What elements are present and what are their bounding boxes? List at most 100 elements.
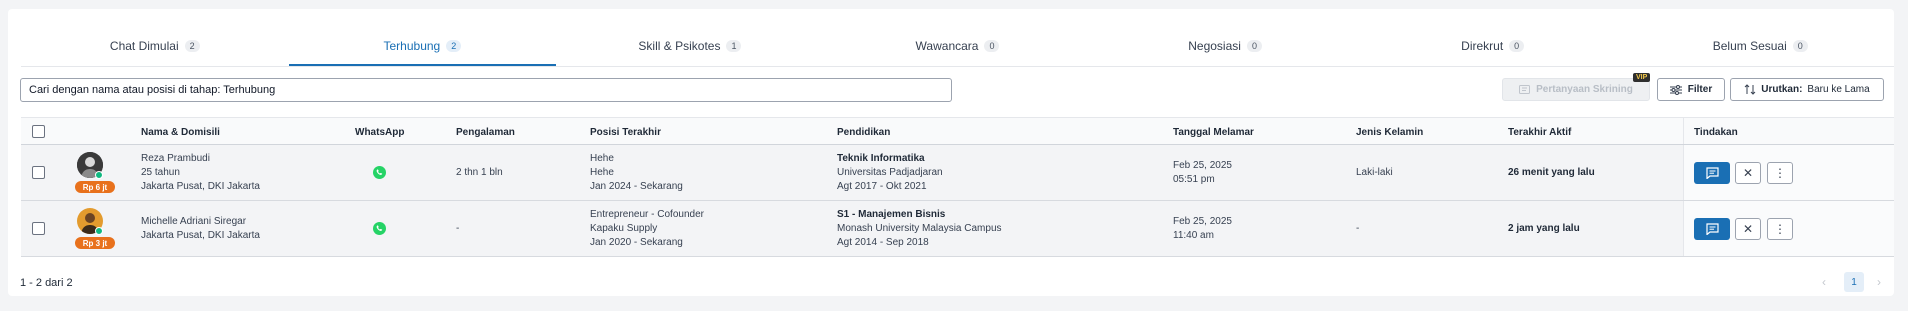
sort-button[interactable]: Urutkan: Baru ke Lama [1730, 78, 1884, 101]
page-number-button[interactable]: 1 [1844, 272, 1864, 292]
sliders-icon [1669, 84, 1682, 95]
select-all-checkbox[interactable] [32, 125, 45, 138]
last-position: Entrepreneur - Cofounder Kapaku Supply J… [590, 208, 704, 250]
position-period: Jan 2020 - Sekarang [590, 237, 683, 248]
question-chat-icon [1519, 84, 1531, 94]
chat-button[interactable] [1694, 162, 1730, 184]
tab-label: Negosiasi [1188, 39, 1241, 53]
header-actions: Tindakan [1694, 127, 1738, 138]
position-company: Hehe [590, 167, 614, 178]
applied-date: Feb 25, 2025 [1173, 160, 1232, 171]
tab-chat-dimulai[interactable]: Chat Dimulai 2 [21, 26, 289, 66]
chat-button[interactable] [1694, 218, 1730, 240]
experience: 2 thn 1 bln [456, 167, 503, 178]
online-status-dot [95, 227, 103, 235]
filter-label: Filter [1687, 84, 1713, 95]
reject-button[interactable]: ✕ [1735, 162, 1761, 184]
table-row[interactable]: Rp 3 jt Michelle Adriani Siregar Jakarta… [21, 201, 1894, 257]
last-position: Hehe Hehe Jan 2024 - Sekarang [590, 152, 683, 194]
tab-label: Chat Dimulai [109, 39, 179, 53]
whatsapp-icon[interactable] [373, 166, 386, 179]
reject-button[interactable]: ✕ [1735, 218, 1761, 240]
header-experience: Pengalaman [456, 127, 515, 138]
next-page-button[interactable]: › [1870, 272, 1888, 292]
position-title: Hehe [590, 153, 614, 164]
stage-tabs: Chat Dimulai 2 Terhubung 2 Skill & Psikote… [21, 26, 1894, 66]
tab-count: 2 [446, 40, 462, 52]
pagination-summary: 1 - 2 dari 2 [20, 277, 73, 289]
salary-badge: Rp 3 jt [75, 237, 115, 249]
header-name: Nama & Domisili [141, 127, 220, 138]
tab-label: Belum Sesuai [1712, 39, 1787, 53]
tab-skill-psikotes[interactable]: Skill & Psikotes 1 [556, 26, 824, 66]
tab-count: 0 [1792, 40, 1808, 52]
more-vertical-icon: ⋮ [1774, 166, 1786, 180]
tab-count: 2 [184, 40, 200, 52]
prev-page-button[interactable]: ‹ [1815, 272, 1833, 292]
candidate-name[interactable]: Reza Prambudi [141, 152, 260, 166]
tab-belum-sesuai[interactable]: Belum Sesuai 0 [1626, 26, 1894, 66]
gender: Laki-laki [1356, 167, 1393, 178]
experience: - [456, 223, 460, 234]
tab-negosiasi[interactable]: Negosiasi 0 [1091, 26, 1359, 66]
tab-wawancara[interactable]: Wawancara 0 [824, 26, 1092, 66]
row-checkbox[interactable] [32, 222, 45, 235]
education-major: Teknik Informatika [837, 153, 925, 164]
last-active: 2 jam yang lalu [1508, 223, 1580, 234]
tab-count: 0 [1509, 40, 1525, 52]
candidate-card: Chat Dimulai 2 Terhubung 2 Skill & Psikote… [8, 9, 1894, 296]
position-company: Kapaku Supply [590, 223, 658, 234]
header-position: Posisi Terakhir [590, 127, 661, 138]
chat-icon [1705, 223, 1719, 235]
more-options-button[interactable]: ⋮ [1767, 218, 1793, 240]
candidate-location: Jakarta Pusat, DKI Jakarta [141, 230, 260, 241]
applied-date: Feb 25, 2025 [1173, 216, 1232, 227]
chevron-right-icon: › [1877, 275, 1881, 289]
sort-arrows-icon [1744, 84, 1756, 95]
row-checkbox[interactable] [32, 166, 45, 179]
table-row[interactable]: Rp 6 jt Reza Prambudi 25 tahun Jakarta P… [21, 145, 1894, 201]
tab-label: Wawancara [915, 39, 979, 53]
salary-badge: Rp 6 jt [75, 181, 115, 193]
tab-label: Direkrut [1461, 39, 1504, 53]
tab-label: Terhubung [383, 39, 441, 53]
tab-count: 0 [1246, 40, 1262, 52]
chat-icon [1705, 167, 1719, 179]
tab-direkrut[interactable]: Direkrut 0 [1359, 26, 1627, 66]
applied-datetime: Feb 25, 2025 05:51 pm [1173, 159, 1232, 187]
sort-value: Baru ke Lama [1807, 84, 1870, 95]
screening-questions-button[interactable]: Pertanyaan Skrining [1502, 78, 1650, 101]
online-status-dot [95, 171, 103, 179]
filter-button[interactable]: Filter [1657, 78, 1725, 101]
applied-datetime: Feb 25, 2025 11:40 am [1173, 215, 1232, 243]
candidate-name[interactable]: Michelle Adriani Siregar [141, 215, 260, 229]
tab-count: 1 [726, 40, 742, 52]
vip-badge: VIP [1633, 73, 1651, 82]
candidate-location: Jakarta Pusat, DKI Jakarta [141, 181, 260, 192]
header-applied-date: Tanggal Melamar [1173, 127, 1254, 138]
education-school: Universitas Padjadjaran [837, 167, 943, 178]
whatsapp-icon[interactable] [373, 222, 386, 235]
header-education: Pendidikan [837, 127, 891, 138]
education-period: Agt 2017 - Okt 2021 [837, 181, 927, 192]
education-period: Agt 2014 - Sep 2018 [837, 237, 929, 248]
applied-time: 05:51 pm [1173, 174, 1215, 185]
table-header: Nama & Domisili WhatsApp Pengalaman Posi… [21, 117, 1894, 145]
tab-terhubung[interactable]: Terhubung 2 [288, 26, 557, 66]
tab-count: 0 [984, 40, 1000, 52]
education-major: S1 - Manajemen Bisnis [837, 209, 946, 220]
header-whatsapp: WhatsApp [355, 127, 405, 138]
position-period: Jan 2024 - Sekarang [590, 181, 683, 192]
search-input[interactable] [20, 78, 952, 102]
close-icon: ✕ [1742, 166, 1754, 180]
more-vertical-icon: ⋮ [1774, 222, 1786, 236]
last-active: 26 menit yang lalu [1508, 167, 1595, 178]
chevron-left-icon: ‹ [1822, 275, 1826, 289]
candidate-info: Reza Prambudi 25 tahun Jakarta Pusat, DK… [141, 152, 260, 194]
close-icon: ✕ [1742, 222, 1754, 236]
header-gender: Jenis Kelamin [1356, 127, 1424, 138]
more-options-button[interactable]: ⋮ [1767, 162, 1793, 184]
tabs-divider [21, 66, 1894, 67]
screening-label: Pertanyaan Skrining [1536, 84, 1633, 95]
education-school: Monash University Malaysia Campus [837, 223, 1002, 234]
